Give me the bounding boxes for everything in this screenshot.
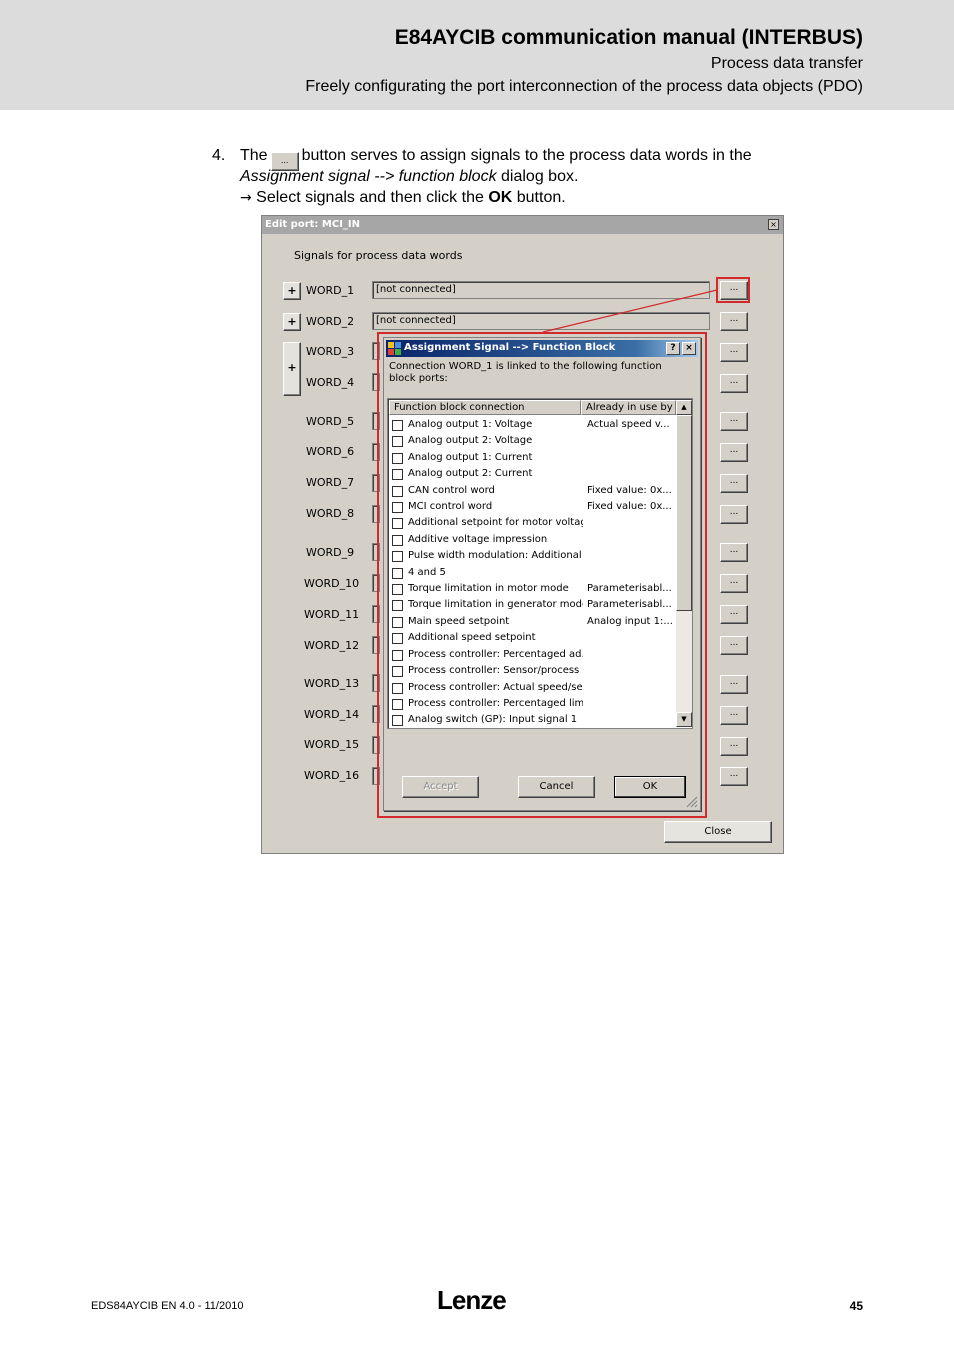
chapter-title: Process data transfer: [710, 55, 863, 72]
document-id: EDS84AYCIB EN 4.0 - 11/2010: [91, 1300, 244, 1312]
word-label: WORD_5: [306, 415, 355, 428]
step-text-3b: button.: [512, 189, 566, 206]
edit-port-titlebar: Edit port: MCI_IN ×: [262, 216, 783, 234]
manual-title: E84AYCIB communication manual (INTERBUS): [394, 26, 863, 49]
highlight-frame: [716, 277, 750, 303]
word-12-assign-button[interactable]: ...: [720, 636, 748, 655]
lenze-logo: Lenze: [437, 1285, 507, 1315]
close-icon[interactable]: ×: [768, 219, 779, 230]
page-number: 45: [849, 1299, 863, 1313]
word-15-assign-button[interactable]: ...: [720, 737, 748, 756]
edit-port-title: Edit port: MCI_IN: [265, 219, 360, 230]
word-label: WORD_12: [304, 639, 360, 652]
word-16-assign-button[interactable]: ...: [720, 767, 748, 786]
word-2-assign-button[interactable]: ...: [720, 312, 748, 331]
word-label: WORD_6: [306, 445, 355, 458]
word-label: WORD_10: [304, 577, 360, 590]
word-9-assign-button[interactable]: ...: [720, 543, 748, 562]
word-label: WORD_2: [306, 315, 355, 328]
step-number: 4.: [212, 147, 226, 164]
word-label: WORD_9: [306, 546, 355, 559]
word-8-assign-button[interactable]: ...: [720, 505, 748, 524]
ok-keyword: OK: [488, 189, 513, 206]
dialog-highlight-frame: [377, 332, 707, 818]
word-14-assign-button[interactable]: ...: [720, 706, 748, 725]
step-text-1a: The: [240, 147, 268, 164]
word-7-assign-button[interactable]: ...: [720, 474, 748, 493]
word-5-assign-button[interactable]: ...: [720, 412, 748, 431]
word-label: WORD_15: [304, 738, 360, 751]
word-label: WORD_1: [306, 284, 355, 297]
word-3-assign-button[interactable]: ...: [720, 343, 748, 362]
step-text-3a: Select signals and then click the: [251, 189, 489, 206]
word-label: WORD_7: [306, 476, 355, 489]
word-13-assign-button[interactable]: ...: [720, 675, 748, 694]
dialog-name-text: Assignment signal --> function block: [240, 168, 497, 185]
word-label: WORD_4: [306, 376, 355, 389]
word-4-assign-button[interactable]: ...: [720, 374, 748, 393]
page-header: E84AYCIB communication manual (INTERBUS)…: [0, 0, 954, 110]
arrow-right-icon: →: [240, 190, 252, 206]
section-title: Freely configurating the port interconne…: [305, 78, 863, 95]
word-label: WORD_16: [304, 769, 360, 782]
expand-word-2-button[interactable]: +: [283, 313, 301, 331]
word-label: WORD_13: [304, 677, 360, 690]
close-button[interactable]: Close: [664, 821, 772, 843]
expand-word-3-4-button[interactable]: +: [283, 342, 301, 396]
word-10-assign-button[interactable]: ...: [720, 574, 748, 593]
step-text-2b: dialog box.: [496, 168, 579, 185]
signals-caption: Signals for process data words: [294, 249, 463, 262]
step-text-1b: button serves to assign signals to the p…: [301, 147, 752, 164]
word-label: WORD_8: [306, 507, 355, 520]
word-6-assign-button[interactable]: ...: [720, 443, 748, 462]
word-11-assign-button[interactable]: ...: [720, 605, 748, 624]
connector-line: [542, 289, 718, 333]
expand-word-1-button[interactable]: +: [283, 282, 301, 300]
word-label: WORD_11: [304, 608, 360, 621]
word-label: WORD_3: [306, 345, 355, 358]
word-label: WORD_14: [304, 708, 360, 721]
